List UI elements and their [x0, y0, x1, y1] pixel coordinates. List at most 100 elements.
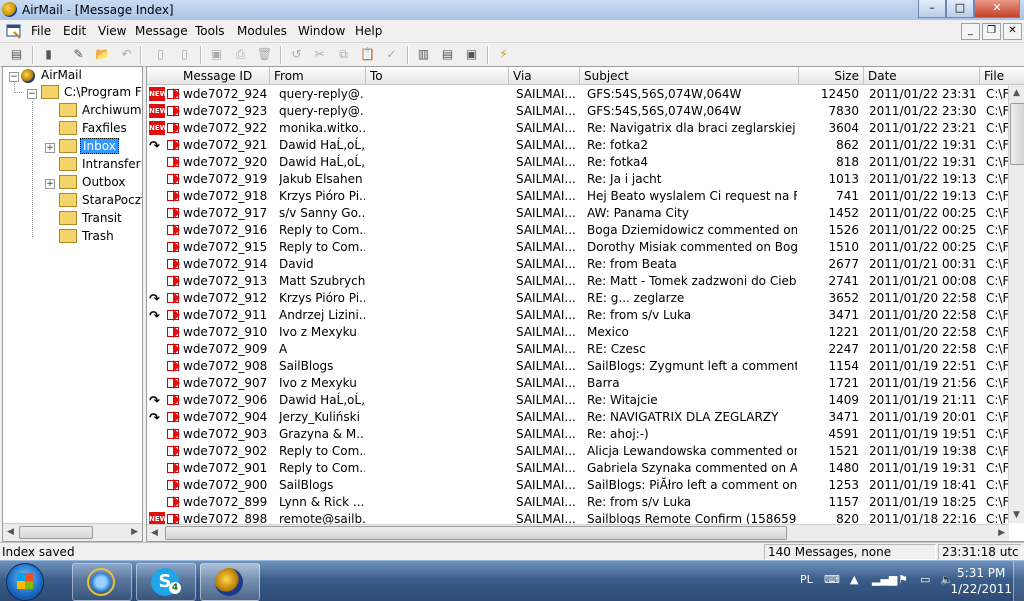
undo-edit-icon[interactable]: ↺	[288, 46, 305, 63]
column-header-file[interactable]: File	[980, 67, 1024, 85]
message-row[interactable]: wde7072_919 Jakub Elsahen SAILMAI... Re: Ja…	[147, 171, 1024, 188]
message-row[interactable]: NEW wde7072_923 query-reply@... SAILMAI... G…	[147, 103, 1024, 120]
language-indicator[interactable]: PL	[800, 573, 813, 586]
message-row[interactable]: wde7072_907 Ivo z Mexyku SAILMAI... Barra 17…	[147, 375, 1024, 392]
message-row[interactable]: wde7072_918 Krzys Pióro Pi... SAILMAI... He…	[147, 188, 1024, 205]
message-row[interactable]: wde7072_915 Reply to Com... SAILMAI... Doro…	[147, 239, 1024, 256]
network-signal-icon[interactable]: ▂▄▆	[872, 573, 897, 586]
message-row[interactable]: ↷ wde7072_912 Krzys Pióro Pi... SAILMAI... R…	[147, 290, 1024, 307]
tree-folder-intransfer[interactable]: Intransfer	[59, 156, 142, 173]
column-header-from[interactable]: From	[270, 67, 366, 85]
menu-help[interactable]: Help	[355, 24, 382, 38]
delete-icon[interactable]: 🗑	[256, 46, 273, 63]
folder-view-icon[interactable]: ▤	[8, 46, 25, 63]
column-header-to[interactable]: To	[366, 67, 509, 85]
column-header-date[interactable]: Date	[864, 67, 980, 85]
scroll-down-icon[interactable]: ▼	[1013, 510, 1020, 520]
action-center-flag-icon[interactable]: ⚑	[898, 573, 908, 586]
menu-modules[interactable]: Modules	[237, 24, 287, 38]
scroll-right-icon[interactable]: ▶	[131, 527, 138, 537]
tree-collapse-path[interactable]: −	[27, 89, 37, 99]
start-button[interactable]	[6, 563, 44, 601]
taskbar-skype[interactable]: S 4	[136, 563, 196, 601]
mdi-restore-button[interactable]: ❐	[982, 23, 1001, 40]
vertical-scrollbar[interactable]: ▲ ▼	[1008, 85, 1024, 523]
airmail-app-icon[interactable]	[2, 2, 17, 17]
taskbar-clock[interactable]: 5:31 PM 1/22/2011	[950, 565, 1012, 597]
message-row[interactable]: wde7072_913 Matt Szubrycht SAILMAI... Re: M…	[147, 273, 1024, 290]
layout-full-icon[interactable]: ▣	[463, 46, 480, 63]
power-icon[interactable]: ▭	[920, 573, 930, 586]
tree-folder-archiwum[interactable]: Archiwum	[59, 102, 142, 119]
scroll-left-icon[interactable]: ◀	[151, 528, 158, 538]
tree-folder-trash[interactable]: Trash	[59, 228, 116, 245]
show-desktop-button[interactable]	[1013, 561, 1024, 601]
scroll-up-icon[interactable]: ▲	[1013, 88, 1020, 98]
keyboard-icon[interactable]: ⌨	[824, 573, 840, 586]
message-row[interactable]: wde7072_899 Lynn & Rick ... SAILMAI... Re: …	[147, 494, 1024, 511]
message-row[interactable]: wde7072_902 Reply to Com... SAILMAI... Alic…	[147, 443, 1024, 460]
cut-icon[interactable]: ✂	[311, 46, 328, 63]
layout-list-icon[interactable]: ▥	[415, 46, 432, 63]
scroll-left-icon[interactable]: ◀	[7, 527, 14, 537]
column-header-subject[interactable]: Subject	[580, 67, 799, 85]
column-header-size[interactable]: Size	[799, 67, 864, 85]
tree-folder-outbox[interactable]: Outbox	[59, 174, 127, 191]
message-row[interactable]: ↷ wde7072_921 Dawid HaĹ‚oĹ„ SAILMAI... Re: f…	[147, 137, 1024, 154]
tree-root[interactable]: AirMail	[21, 67, 84, 84]
tree-folder-starapoczta[interactable]: StaraPoczta	[59, 192, 142, 209]
minimize-button[interactable]: –	[918, 0, 946, 18]
message-row[interactable]: wde7072_903 Grazyna & M... SAILMAI... Re: a…	[147, 426, 1024, 443]
column-header-via[interactable]: Via	[509, 67, 580, 85]
tree-expand-outbox[interactable]: +	[45, 179, 55, 189]
message-row[interactable]: ↷ wde7072_906 Dawid HaĹ‚oĹ„ SAILMAI... Re: W…	[147, 392, 1024, 409]
close-button[interactable]: ✕	[974, 0, 1020, 18]
tree-expand-inbox[interactable]: +	[45, 143, 55, 153]
tree-scroll-thumb[interactable]	[19, 526, 93, 539]
spellcheck-icon[interactable]: ✓	[383, 46, 400, 63]
message-row[interactable]: wde7072_909 A SAILMAI... RE: Czesc 2247 2011/…	[147, 341, 1024, 358]
tree-program-files[interactable]: C:\Program Fil	[41, 84, 142, 101]
taskbar-airmail[interactable]	[200, 563, 260, 601]
mdi-minimize-button[interactable]: _	[961, 23, 980, 40]
message-row[interactable]: wde7072_910 Ivo z Mexyku SAILMAI... Mexico 1…	[147, 324, 1024, 341]
taskbar-internet-explorer[interactable]	[72, 563, 132, 601]
tree-folder-transit[interactable]: Transit	[59, 210, 124, 227]
mdi-close-button[interactable]: ✕	[1003, 23, 1022, 40]
tree-folder-faxfiles[interactable]: Faxfiles	[59, 120, 129, 137]
new-message-icon[interactable]: ✎	[70, 46, 87, 63]
menu-edit[interactable]: Edit	[63, 24, 86, 38]
undo-icon[interactable]: ↶	[118, 46, 135, 63]
menu-message[interactable]: Message	[135, 24, 188, 38]
message-row[interactable]: wde7072_914 David SAILMAI... Re: from Beata…	[147, 256, 1024, 273]
message-row[interactable]: NEW wde7072_924 query-reply@... SAILMAI... G…	[147, 86, 1024, 103]
message-row[interactable]: wde7072_908 SailBlogs SAILMAI... SailBlogs:…	[147, 358, 1024, 375]
show-hidden-icons-icon[interactable]: ▲	[850, 573, 858, 586]
message-row[interactable]: wde7072_900 SailBlogs SAILMAI... SailBlogs:…	[147, 477, 1024, 494]
message-row[interactable]: ↷ wde7072_911 Andrzej Lizini... SAILMAI... R…	[147, 307, 1024, 324]
horizontal-scrollbar[interactable]: ◀ ▶	[147, 524, 1009, 541]
address-book-icon[interactable]: ▮	[40, 46, 57, 63]
save-icon[interactable]: ▣	[208, 46, 225, 63]
attach-icon[interactable]: ▯	[152, 46, 169, 63]
message-row[interactable]: wde7072_917 s/v Sanny Go... SAILMAI... AW: …	[147, 205, 1024, 222]
attachments-icon[interactable]: ▯	[176, 46, 193, 63]
menu-file[interactable]: File	[31, 24, 51, 38]
column-header-message-id[interactable]: Message ID	[147, 67, 270, 85]
message-row[interactable]: NEW wde7072_922 monika.witko... SAILMAI... R…	[147, 120, 1024, 137]
tree-collapse-root[interactable]: −	[9, 72, 19, 82]
horizontal-scroll-thumb[interactable]	[165, 526, 787, 540]
menu-window[interactable]: Window	[298, 24, 345, 38]
layout-preview-icon[interactable]: ▤	[439, 46, 456, 63]
copy-icon[interactable]: ⧉	[335, 46, 352, 63]
scroll-right-icon[interactable]: ▶	[998, 528, 1005, 538]
message-row[interactable]: wde7072_920 Dawid HaĹ‚oĹ„ SAILMAI... Re: fo…	[147, 154, 1024, 171]
message-row[interactable]: wde7072_901 Reply to Com... SAILMAI... Gabr…	[147, 460, 1024, 477]
vertical-scroll-thumb[interactable]	[1010, 103, 1024, 165]
message-row[interactable]: wde7072_916 Reply to Com... SAILMAI... Boga…	[147, 222, 1024, 239]
paste-icon[interactable]: 📋	[359, 46, 376, 63]
connect-lightning-icon[interactable]: ⚡	[495, 46, 512, 63]
menu-tools[interactable]: Tools	[195, 24, 225, 38]
tree-horizontal-scrollbar[interactable]: ◀ ▶	[3, 523, 142, 541]
message-row[interactable]: ↷ wde7072_904 Jerzy_Kuliński SAILMAI... Re: …	[147, 409, 1024, 426]
